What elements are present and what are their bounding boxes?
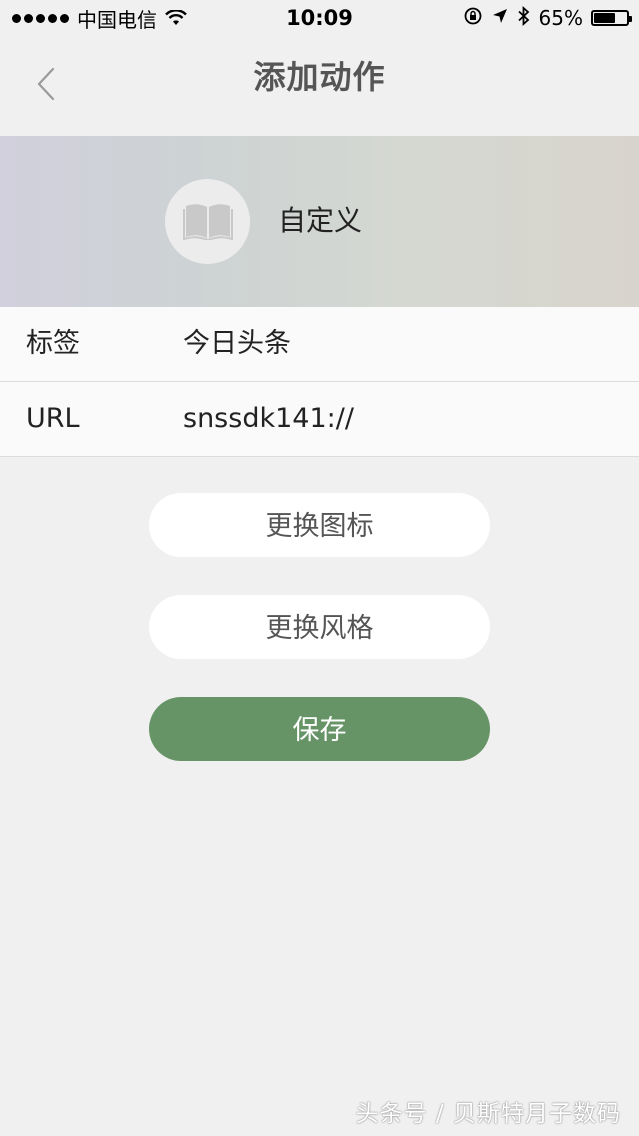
url-field-label: URL (26, 403, 80, 434)
action-preview-banner: 自定义 (0, 136, 639, 307)
url-field-row[interactable]: URL snssdk141:// (0, 381, 639, 456)
tag-field-row[interactable]: 标签 今日头条 (0, 307, 639, 381)
change-style-button[interactable]: 更换风格 (149, 595, 490, 659)
action-icon-preview[interactable] (165, 179, 250, 264)
url-field-input[interactable]: snssdk141:// (183, 382, 354, 456)
page-title: 添加动作 (253, 58, 386, 96)
watermark-text: 头条号 / 贝斯特月子数码 (355, 1101, 621, 1127)
tag-field-input[interactable]: 今日头条 (183, 307, 291, 381)
action-form: 标签 今日头条 URL snssdk141:// (0, 307, 639, 457)
change-icon-button[interactable]: 更换图标 (149, 493, 490, 557)
action-name-label: 自定义 (278, 204, 363, 237)
nav-bar: 添加动作 (0, 36, 639, 136)
save-button[interactable]: 保存 (149, 697, 490, 761)
tag-field-label: 标签 (26, 328, 80, 359)
book-icon (182, 200, 234, 244)
